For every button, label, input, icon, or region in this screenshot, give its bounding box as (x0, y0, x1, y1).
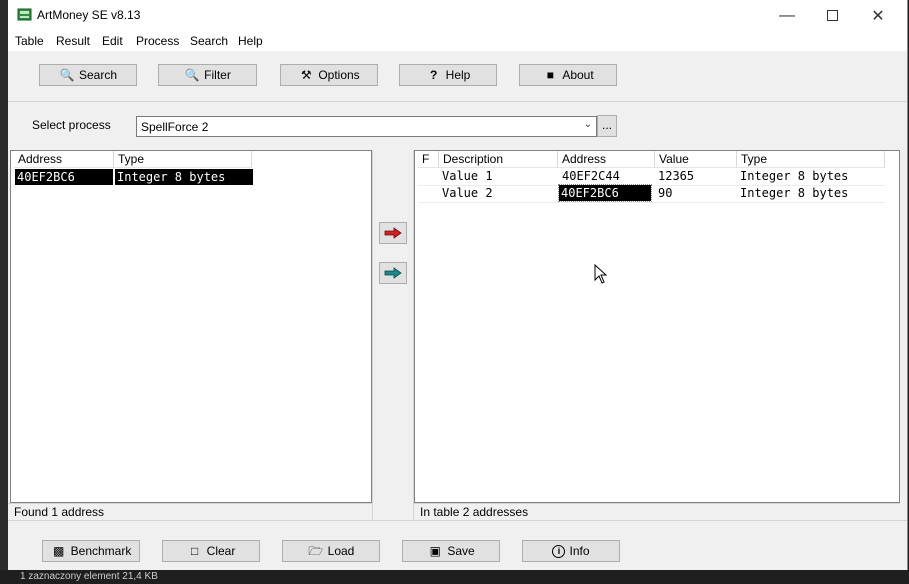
info-button[interactable]: i Info (522, 540, 620, 562)
table-row[interactable]: Value 1 40EF2C44 12365 Integer 8 bytes (418, 168, 885, 186)
col-header-address[interactable]: Address (14, 151, 114, 168)
process-dropdown-value: SpellForce 2 (141, 120, 209, 134)
explorer-status-text: 1 zaznaczony element 21,4 KB (20, 571, 158, 582)
row-value[interactable]: 12365 (656, 168, 736, 184)
info-button-label: Info (569, 544, 590, 558)
search-button[interactable]: 🔍 Search (39, 64, 137, 86)
result-address-cell[interactable]: 40EF2BC6 (15, 169, 113, 185)
col-header-f[interactable]: F (418, 151, 439, 168)
app-icon (17, 8, 32, 21)
title-bar: ArtMoney SE v8.13 — ✕ (8, 0, 907, 31)
search-button-label: Search (78, 68, 118, 82)
clear-button[interactable]: □ Clear (162, 540, 260, 562)
menu-process[interactable]: Process (136, 34, 179, 48)
row-type[interactable]: Integer 8 bytes (738, 168, 880, 184)
magnifier-icon: 🔍 (59, 68, 75, 82)
browse-process-button[interactable]: ... (597, 115, 617, 137)
row-value[interactable]: 90 (656, 185, 736, 201)
close-button[interactable]: ✕ (855, 0, 901, 31)
info-icon: i (552, 544, 566, 558)
save-button[interactable]: ▣ Save (402, 540, 500, 562)
benchmark-button[interactable]: ▩ Benchmark (42, 540, 140, 562)
menu-help[interactable]: Help (238, 34, 263, 48)
table-row[interactable]: Value 2 40EF2BC6 90 Integer 8 bytes (418, 184, 885, 203)
close-icon: ✕ (871, 7, 885, 25)
process-dropdown[interactable]: SpellForce 2 ⌄ (136, 116, 597, 137)
minimize-button[interactable]: — (764, 0, 810, 31)
question-icon: ? (429, 68, 438, 82)
search-results-panel[interactable]: Address Type 40EF2BC6 Integer 8 bytes (10, 150, 372, 503)
address-table-panel[interactable]: F Description Address Value Type Value 1… (414, 150, 900, 503)
menu-edit[interactable]: Edit (102, 34, 123, 48)
benchmark-button-label: Benchmark (70, 544, 132, 558)
mouse-cursor-icon (594, 264, 608, 284)
left-status: Found 1 address (8, 503, 372, 520)
save-button-label: Save (447, 544, 475, 558)
col-header-type[interactable]: Type (114, 151, 252, 168)
about-button[interactable]: ■ About (519, 64, 617, 86)
minimize-icon: — (779, 6, 795, 24)
about-button-label: About (562, 68, 594, 82)
row-type[interactable]: Integer 8 bytes (738, 185, 880, 201)
help-button-label: Help (445, 68, 471, 82)
window-title: ArtMoney SE v8.13 (37, 8, 141, 22)
select-process-label: Select process (32, 118, 111, 132)
col-header-description[interactable]: Description (439, 151, 558, 168)
col-header-value[interactable]: Value (655, 151, 737, 168)
maximize-icon (826, 10, 838, 21)
transfer-strip (372, 150, 414, 520)
artmoney-window: ArtMoney SE v8.13 — ✕ Table Result Edit … (8, 0, 908, 571)
filter-button-label: Filter (204, 68, 231, 82)
arrow-right-red-icon (384, 227, 402, 239)
right-status: In table 2 addresses (414, 503, 900, 520)
load-button-label: Load (327, 544, 355, 558)
menu-bar: Table Result Edit Process Search Help (8, 31, 907, 51)
blank-page-icon: □ (191, 544, 199, 558)
col-header-type[interactable]: Type (737, 151, 885, 168)
add-to-table-button[interactable] (379, 222, 407, 244)
load-button[interactable]: 🗁 Load (282, 540, 380, 562)
floppy-disk-icon: ▣ (429, 544, 441, 558)
tools-icon: ⚒ (300, 68, 312, 82)
options-button-label: Options (318, 68, 360, 82)
toolbar: 🔍 Search 🔍 Filter ⚒ Options ? Help ■ Abo… (8, 51, 907, 102)
menu-result[interactable]: Result (56, 34, 90, 48)
col-header-address[interactable]: Address (558, 151, 655, 168)
row-description[interactable]: Value 2 (440, 185, 557, 201)
bottom-bar: ▩ Benchmark □ Clear 🗁 Load ▣ Save i Info (8, 520, 907, 571)
row-address-selected[interactable]: 40EF2BC6 (558, 184, 652, 202)
row-flag[interactable] (418, 185, 438, 201)
explorer-status-bar: 1 zaznaczony element 21,4 KB (0, 570, 909, 584)
filter-icon: 🔍 (184, 68, 200, 82)
add-all-to-table-button[interactable] (379, 262, 407, 284)
arrow-right-teal-icon (384, 267, 402, 279)
row-address[interactable]: 40EF2C44 (560, 168, 652, 184)
options-button[interactable]: ⚒ Options (280, 64, 378, 86)
about-icon: ■ (546, 68, 554, 82)
folder-icon: 🗁 (308, 544, 324, 558)
maximize-button[interactable] (809, 0, 855, 31)
menu-search[interactable]: Search (190, 34, 228, 48)
result-type-cell[interactable]: Integer 8 bytes (115, 169, 253, 185)
filter-button[interactable]: 🔍 Filter (158, 64, 257, 86)
chevron-down-icon: ⌄ (583, 119, 592, 130)
row-flag[interactable] (418, 168, 438, 184)
chart-icon: ▩ (52, 544, 65, 558)
row-description[interactable]: Value 1 (440, 168, 557, 184)
help-button[interactable]: ? Help (399, 64, 497, 86)
menu-table[interactable]: Table (15, 34, 44, 48)
clear-button-label: Clear (206, 544, 236, 558)
